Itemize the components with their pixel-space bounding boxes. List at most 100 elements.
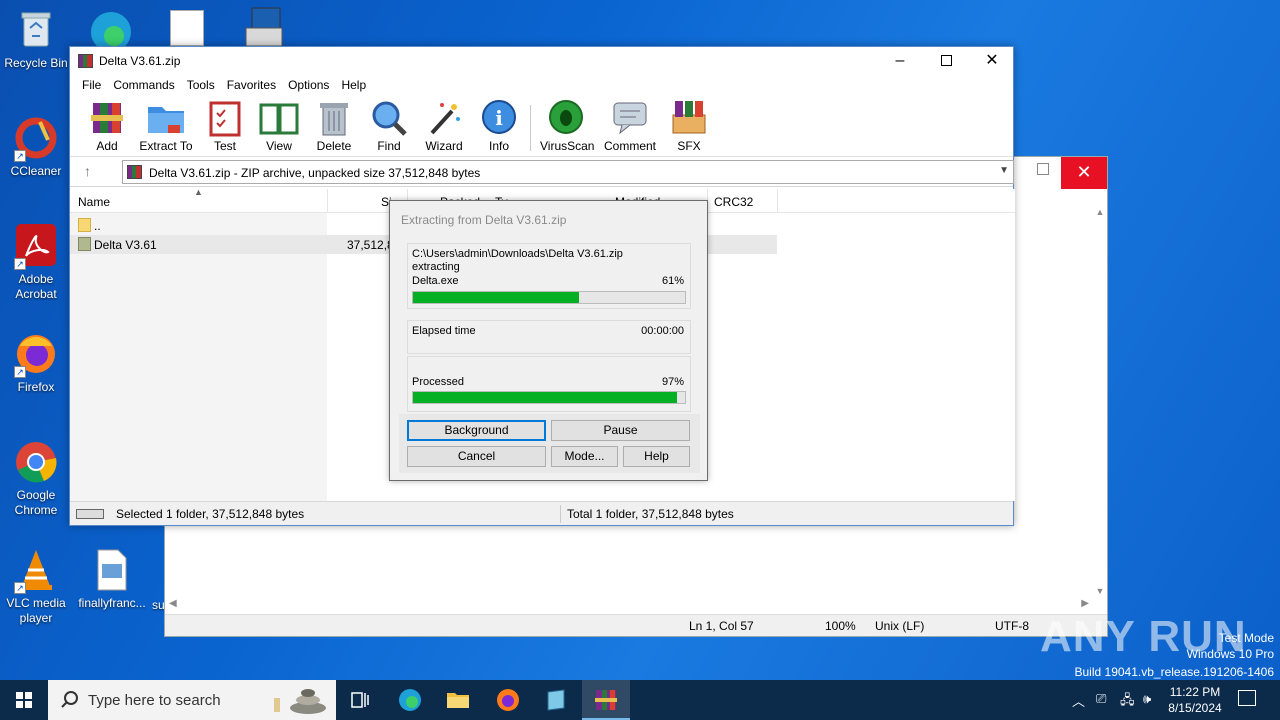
background-button[interactable]: Background [407, 420, 546, 441]
desktop-icon-adobe-acrobat[interactable]: ↗ Adobe Acrobat [0, 224, 72, 302]
horizontal-scrollbar[interactable]: ◀ ▶ [165, 596, 1093, 614]
close-button[interactable]: ✕ [1061, 157, 1107, 189]
shortcut-arrow-icon: ↗ [14, 366, 26, 378]
file-progress-percent: 61% [661, 275, 684, 287]
menu-commands[interactable]: Commands [107, 75, 180, 92]
current-file-name: Delta.exe [412, 275, 459, 287]
notification-icon[interactable] [1238, 690, 1256, 706]
desktop-icon-label: CCleaner [10, 164, 62, 178]
help-button[interactable]: Help [623, 446, 690, 467]
winrar-statusbar: Selected 1 folder, 37,512,848 bytes Tota… [70, 501, 1013, 525]
network-icon[interactable]: 🖧 [1120, 691, 1135, 713]
desktop-icon-vlc[interactable]: ↗ VLC media player [0, 548, 72, 626]
extract-to-button[interactable]: Extract To [138, 99, 194, 153]
desktop-icon-label: finallyfranc... [78, 596, 146, 610]
menu-help[interactable]: Help [335, 75, 372, 92]
edge-desktop-icon[interactable] [88, 6, 134, 52]
add-button[interactable]: Add [87, 99, 127, 153]
status-selected: Selected 1 folder, 37,512,848 bytes [116, 507, 305, 521]
taskbar-edge[interactable] [386, 680, 434, 720]
maximize-button[interactable] [923, 47, 969, 75]
desktop-icon-document[interactable]: finallyfranc... [76, 548, 148, 611]
firefox-icon: ↗ [14, 332, 58, 378]
test-mode-label: Test Mode [1218, 631, 1274, 645]
virus-scan-icon [546, 99, 586, 137]
taskbar-file-explorer[interactable] [434, 680, 482, 720]
meet-now-icon[interactable]: ⎚ [1096, 691, 1106, 707]
taskbar-notepad[interactable] [532, 680, 580, 720]
menu-favorites[interactable]: Favorites [221, 75, 282, 92]
column-separator[interactable] [327, 189, 328, 213]
extraction-dialog[interactable]: Extracting from Delta V3.61.zip C:\Users… [389, 200, 708, 481]
menu-tools[interactable]: Tools [181, 75, 221, 92]
mode-button[interactable]: Mode... [551, 446, 618, 467]
close-button[interactable]: ✕ [969, 47, 1015, 75]
search-highlight-image [264, 684, 332, 716]
clock-time: 11:22 PM [1169, 685, 1221, 699]
line-ending: Unix (LF) [875, 619, 925, 633]
delete-button[interactable]: Delete [314, 99, 354, 153]
chevron-down-icon[interactable]: ▼ [999, 165, 1009, 176]
winrar-titlebar: Delta V3.61.zip – ✕ [70, 47, 1013, 75]
test-button[interactable]: Test [205, 99, 245, 153]
view-button[interactable]: View [258, 99, 300, 153]
find-button[interactable]: Find [369, 99, 409, 153]
taskbar-winrar[interactable] [582, 680, 630, 720]
column-header-name[interactable]: Name [78, 195, 110, 209]
archive-icon [127, 165, 142, 179]
elapsed-value: 00:00:00 [641, 325, 684, 337]
wizard-wand-icon [424, 99, 464, 137]
desktop-icon-label: Adobe Acrobat [15, 272, 57, 301]
menu-options[interactable]: Options [282, 75, 335, 92]
desktop-icon-google-chrome[interactable]: Google Chrome [0, 440, 72, 518]
archive-path-field[interactable]: Delta V3.61.zip - ZIP archive, unpacked … [122, 160, 1014, 184]
menu-bar: File Commands Tools Favorites Options Help [70, 75, 1013, 97]
firefox-icon [497, 689, 519, 711]
image-file-desktop-icon[interactable] [170, 10, 204, 46]
taskbar-clock[interactable]: 11:22 PM 8/15/2024 [1160, 684, 1230, 716]
notepad-icon [547, 689, 565, 711]
column-header-crc32[interactable]: CRC32 [714, 195, 753, 209]
adobe-acrobat-icon: ↗ [14, 224, 58, 270]
desktop-icon-ccleaner[interactable]: ↗ CCleaner [0, 116, 72, 179]
windows-logo-icon [16, 692, 32, 708]
desktop-icon-firefox[interactable]: ↗ Firefox [0, 332, 72, 395]
task-view-button[interactable] [336, 680, 384, 720]
extract-folder-icon [146, 99, 186, 137]
virusscan-button[interactable]: VirusScan [540, 99, 594, 153]
taskbar-firefox[interactable] [484, 680, 532, 720]
recycle-bin-icon [14, 8, 58, 52]
status-total: Total 1 folder, 37,512,848 bytes [567, 507, 734, 521]
edge-icon [399, 689, 421, 711]
volume-icon[interactable]: 🕪 [1143, 691, 1151, 707]
name-column-shade [70, 213, 327, 501]
minimize-button[interactable]: – [877, 47, 923, 75]
sfx-button[interactable]: SFX [669, 99, 709, 153]
desktop-icon-label: Recycle Bin [4, 56, 68, 70]
pause-button[interactable]: Pause [551, 420, 690, 441]
sfx-icon [669, 99, 709, 137]
file-progress-bar [412, 291, 686, 304]
encoding: UTF-8 [995, 619, 1029, 633]
windows-edition-label: Windows 10 Pro [1186, 647, 1274, 661]
menu-file[interactable]: File [76, 75, 107, 92]
wizard-button[interactable]: Wizard [424, 99, 464, 153]
start-button[interactable] [0, 680, 48, 720]
up-arrow-icon[interactable]: ↑ [84, 163, 91, 179]
setup-desktop-icon[interactable] [242, 6, 288, 47]
list-item[interactable]: .. [70, 216, 327, 235]
comment-button[interactable]: Comment [602, 99, 658, 153]
desktop-icon-recycle-bin[interactable]: Recycle Bin [0, 8, 72, 71]
shortcut-arrow-icon: ↗ [14, 258, 26, 270]
svg-text:i: i [495, 106, 503, 130]
column-separator[interactable] [777, 189, 778, 213]
action-label: extracting [412, 261, 460, 273]
chevron-up-icon[interactable]: ︿ [1072, 691, 1085, 710]
view-book-icon [259, 99, 299, 137]
maximize-icon[interactable] [1037, 163, 1049, 175]
cancel-button[interactable]: Cancel [407, 446, 546, 467]
vertical-scrollbar[interactable]: ▲ ▼ [1093, 207, 1107, 596]
add-archive-icon [87, 99, 127, 137]
taskbar-search-box[interactable]: Type here to search [48, 680, 336, 720]
info-button[interactable]: i Info [479, 99, 519, 153]
